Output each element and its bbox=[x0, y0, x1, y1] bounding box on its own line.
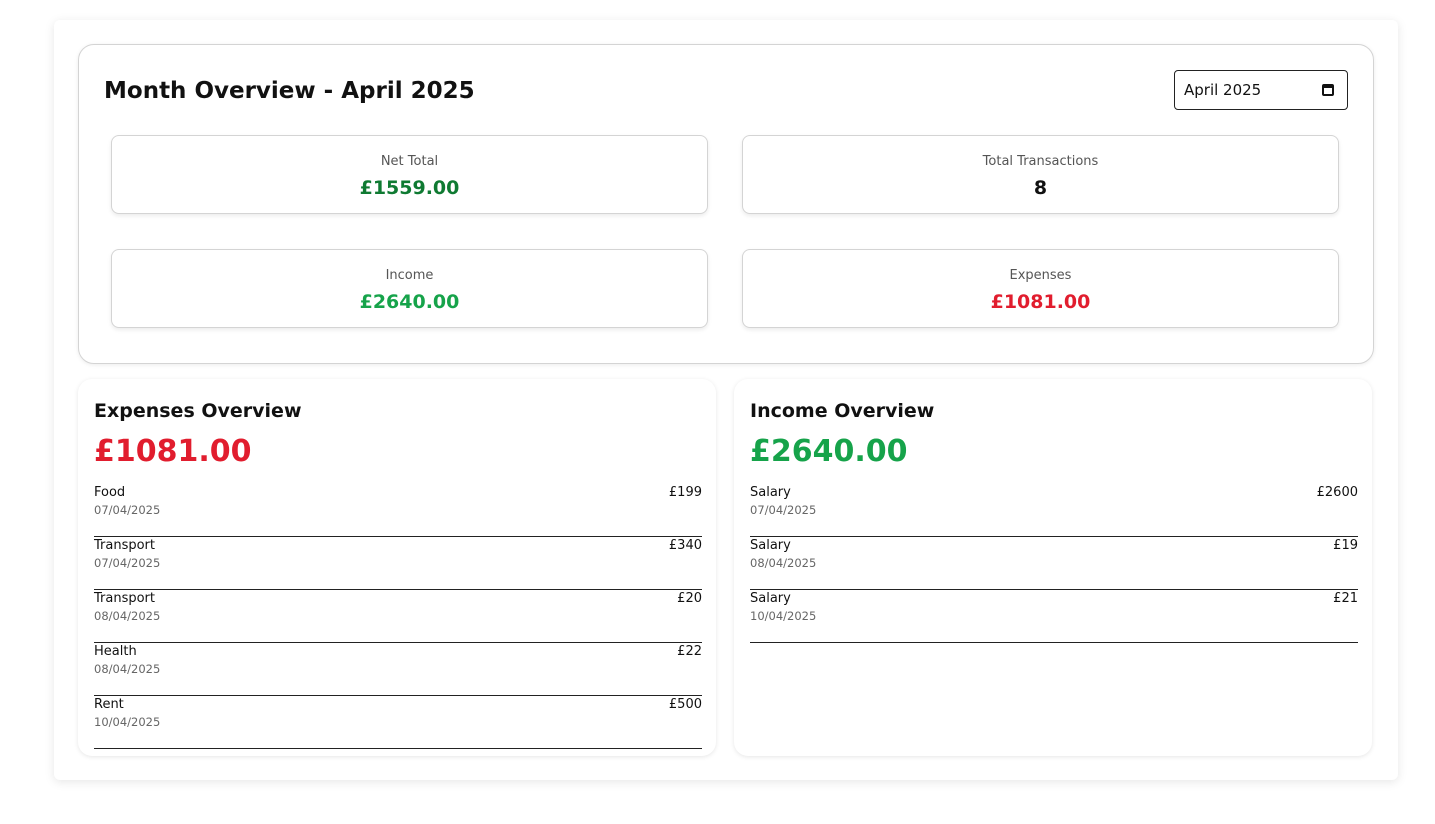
income-value: £2640.00 bbox=[359, 291, 460, 313]
page-title: Month Overview - April 2025 bbox=[104, 78, 475, 104]
expenses-label: Expenses bbox=[1009, 268, 1072, 283]
expense-date: 07/04/2025 bbox=[94, 503, 161, 517]
income-date: 07/04/2025 bbox=[750, 503, 817, 517]
expense-category: Transport bbox=[94, 591, 156, 606]
net-total-card: Net Total £1559.00 bbox=[111, 135, 708, 214]
total-transactions-label: Total Transactions bbox=[982, 154, 1099, 169]
expenses-value: £1081.00 bbox=[990, 291, 1091, 313]
expense-date: 08/04/2025 bbox=[94, 662, 161, 676]
expense-list-item: Rent 10/04/2025 £500 bbox=[94, 696, 702, 749]
net-total-value: £1559.00 bbox=[359, 177, 460, 199]
income-amount: £19 bbox=[1333, 538, 1358, 553]
expenses-card: Expenses £1081.00 bbox=[742, 249, 1339, 328]
expense-amount: £22 bbox=[677, 644, 702, 659]
expense-list-item: Transport 08/04/2025 £20 bbox=[94, 590, 702, 643]
net-total-label: Net Total bbox=[380, 154, 439, 169]
expense-amount: £500 bbox=[668, 697, 702, 712]
total-transactions-card: Total Transactions 8 bbox=[742, 135, 1339, 214]
income-amount: £21 bbox=[1333, 591, 1358, 606]
income-date: 10/04/2025 bbox=[750, 609, 817, 623]
expense-amount: £340 bbox=[668, 538, 702, 553]
expense-date: 10/04/2025 bbox=[94, 715, 161, 729]
income-list: Salary 07/04/2025 £2600 Salary 08/04/202… bbox=[750, 484, 1358, 643]
month-overview-card: Month Overview - April 2025 April 2025 N… bbox=[78, 44, 1374, 364]
income-category: Salary bbox=[750, 538, 791, 553]
expense-list-item: Health 08/04/2025 £22 bbox=[94, 643, 702, 696]
total-transactions-value: 8 bbox=[1033, 177, 1048, 199]
income-overview-title: Income Overview bbox=[750, 400, 935, 422]
expense-date: 07/04/2025 bbox=[94, 556, 161, 570]
expense-list-item: Transport 07/04/2025 £340 bbox=[94, 537, 702, 590]
income-amount: £2600 bbox=[1316, 485, 1358, 500]
expense-category: Rent bbox=[94, 697, 124, 712]
expense-category: Transport bbox=[94, 538, 156, 553]
income-list-item: Salary 08/04/2025 £19 bbox=[750, 537, 1358, 590]
month-picker-input[interactable]: April 2025 bbox=[1174, 70, 1348, 110]
income-category: Salary bbox=[750, 591, 791, 606]
expense-amount: £199 bbox=[668, 485, 702, 500]
dashboard-container: Month Overview - April 2025 April 2025 N… bbox=[54, 20, 1398, 780]
income-label: Income bbox=[385, 268, 434, 283]
expenses-overview-card: Expenses Overview £1081.00 Food 07/04/20… bbox=[78, 379, 716, 756]
expense-date: 08/04/2025 bbox=[94, 609, 161, 623]
income-list-item: Salary 10/04/2025 £21 bbox=[750, 590, 1358, 643]
income-card: Income £2640.00 bbox=[111, 249, 708, 328]
month-picker-value: April 2025 bbox=[1184, 81, 1262, 99]
income-list-item: Salary 07/04/2025 £2600 bbox=[750, 484, 1358, 537]
income-overview-total: £2640.00 bbox=[750, 434, 908, 469]
income-overview-card: Income Overview £2640.00 Salary 07/04/20… bbox=[734, 379, 1372, 756]
expenses-overview-total: £1081.00 bbox=[94, 434, 252, 469]
expenses-overview-title: Expenses Overview bbox=[94, 400, 302, 422]
calendar-icon[interactable] bbox=[1322, 84, 1334, 96]
expense-category: Health bbox=[94, 644, 137, 659]
expenses-list: Food 07/04/2025 £199 Transport 07/04/202… bbox=[94, 484, 702, 749]
expense-category: Food bbox=[94, 485, 126, 500]
income-date: 08/04/2025 bbox=[750, 556, 817, 570]
expense-amount: £20 bbox=[677, 591, 702, 606]
income-category: Salary bbox=[750, 485, 791, 500]
expense-list-item: Food 07/04/2025 £199 bbox=[94, 484, 702, 537]
